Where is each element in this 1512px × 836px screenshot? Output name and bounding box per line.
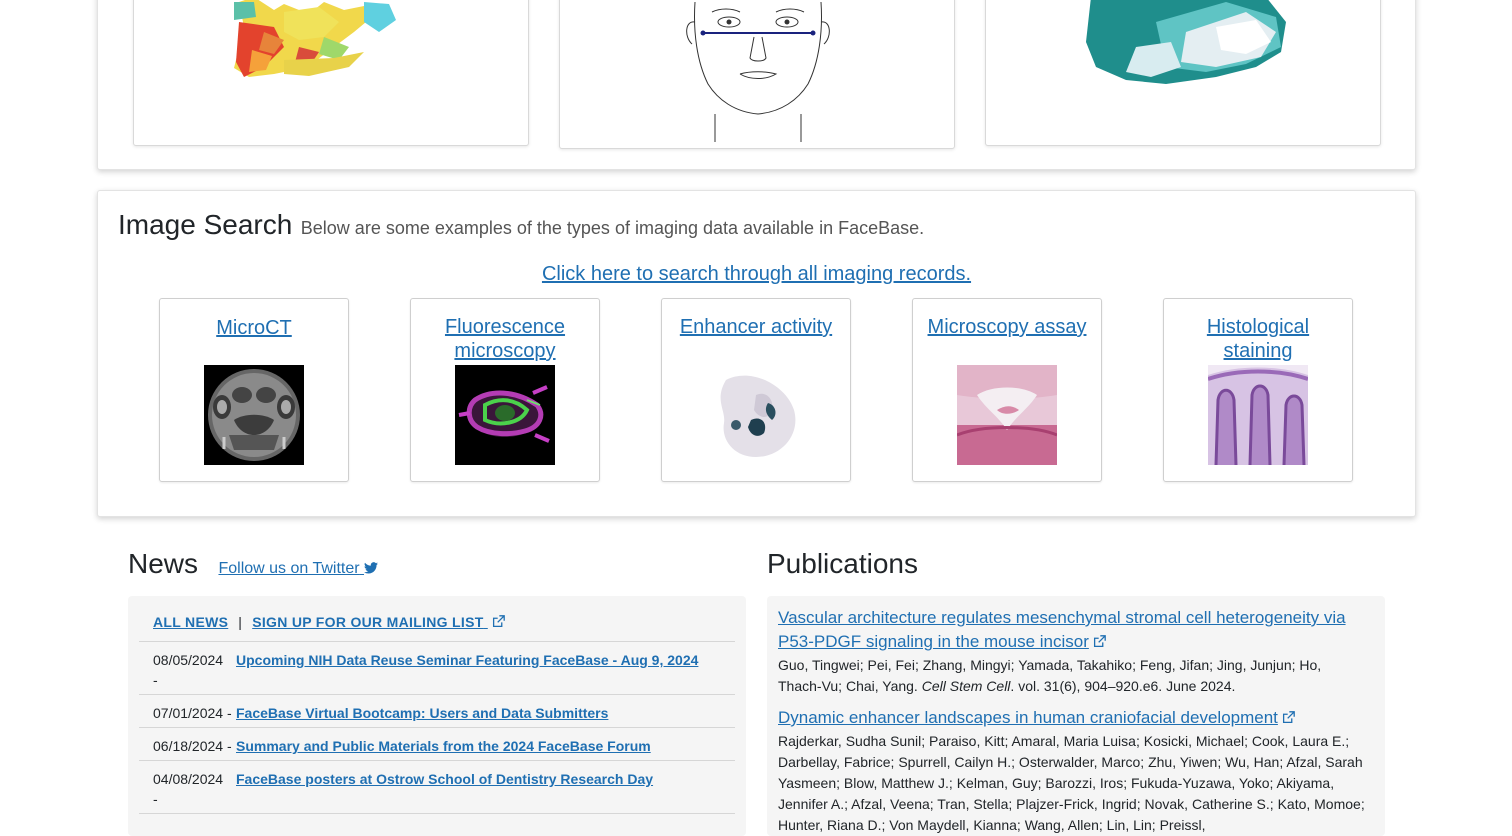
news-divider xyxy=(139,813,735,823)
embryo-image xyxy=(706,365,806,465)
all-news-link[interactable]: ALL NEWS xyxy=(153,614,228,630)
news-link[interactable]: FaceBase posters at Ostrow School of Den… xyxy=(236,771,653,787)
publications-title: Publications xyxy=(767,548,918,579)
publication-journal: Cell Stem Cell xyxy=(921,678,1011,694)
image-tile-enhancer[interactable]: Enhancer activity xyxy=(661,298,851,482)
external-link-icon xyxy=(492,615,505,628)
news-dash: - xyxy=(153,791,158,807)
news-date: 08/05/2024 xyxy=(153,652,224,668)
image-tile-histology[interactable]: Histological staining xyxy=(1163,298,1353,482)
news-title: News xyxy=(128,548,199,579)
news-item: 07/01/2024 - FaceBase Virtual Bootcamp: … xyxy=(139,694,735,727)
image-tile-label[interactable]: MicroCT xyxy=(168,316,340,340)
publication-title: Dynamic enhancer landscapes in human cra… xyxy=(778,708,1278,727)
image-tile-label[interactable]: Enhancer activity xyxy=(670,315,842,339)
skull-model-tile[interactable] xyxy=(133,0,529,146)
image-search-card: Image Search Below are some examples of … xyxy=(97,190,1416,517)
publication-citation: Guo, Tingwei; Pei, Fei; Zhang, Mingyi; Y… xyxy=(778,655,1368,697)
news-item: 08/05/2024 - Upcoming NIH Data Reuse Sem… xyxy=(139,641,735,694)
news-links: ALL NEWS | SIGN UP FOR OUR MAILING LIST xyxy=(153,614,505,630)
news-separator: | xyxy=(238,614,243,630)
image-type-tiles: MicroCT Fluorescence microscopy Enhancer… xyxy=(159,298,1355,482)
publication-item: Vascular architecture regulates mesenchy… xyxy=(778,606,1368,697)
image-tile-label[interactable]: Microscopy assay xyxy=(921,315,1093,339)
image-search-title: Image Search xyxy=(118,209,293,240)
face-diagram-tile[interactable] xyxy=(559,0,955,149)
publication-title: Vascular architecture regulates mesenchy… xyxy=(778,608,1346,651)
news-date: 04/08/2024 xyxy=(153,771,224,787)
publication-details: . vol. 31(6), 904–920.e6. June 2024. xyxy=(1010,678,1236,694)
publication-authors: Rajderkar, Sudha Sunil; Paraiso, Kitt; A… xyxy=(778,733,1365,833)
news-link[interactable]: Upcoming NIH Data Reuse Seminar Featurin… xyxy=(236,652,698,668)
fluorescence-image xyxy=(455,365,555,465)
news-date: 07/01/2024 - xyxy=(153,705,232,721)
publications-panel: Vascular architecture regulates mesenchy… xyxy=(767,596,1385,836)
microct-image xyxy=(204,365,304,465)
image-tile-microscopy[interactable]: Microscopy assay xyxy=(912,298,1102,482)
follow-twitter-label: Follow us on Twitter xyxy=(218,560,360,577)
news-date: 06/18/2024 - xyxy=(153,738,232,754)
image-search-description: Below are some examples of the types of … xyxy=(300,218,925,238)
publication-item: Dynamic enhancer landscapes in human cra… xyxy=(778,706,1368,836)
image-search-heading: Image Search Below are some examples of … xyxy=(118,209,924,241)
news-link[interactable]: FaceBase Virtual Bootcamp: Users and Dat… xyxy=(236,705,608,721)
face-diagram-image xyxy=(686,1,830,142)
image-tile-microct[interactable]: MicroCT xyxy=(159,298,349,482)
featured-card xyxy=(97,0,1416,170)
news-link[interactable]: Summary and Public Materials from the 20… xyxy=(236,738,651,754)
publication-link[interactable]: Vascular architecture regulates mesenchy… xyxy=(778,608,1346,651)
news-dash: - xyxy=(153,672,158,688)
twitter-icon xyxy=(364,562,379,574)
skull-model-image xyxy=(234,0,396,77)
3d-scan-image xyxy=(1086,0,1286,84)
mailing-list-label: SIGN UP FOR OUR MAILING LIST xyxy=(252,614,484,630)
microscopy-image xyxy=(957,365,1057,465)
news-panel: ALL NEWS | SIGN UP FOR OUR MAILING LIST 08… xyxy=(128,596,746,836)
external-link-icon xyxy=(1282,711,1295,724)
news-item: 06/18/2024 - Summary and Public Material… xyxy=(139,727,735,760)
news-header: News Follow us on Twitter xyxy=(128,548,379,580)
external-link-icon xyxy=(1093,635,1106,648)
mailing-list-link[interactable]: SIGN UP FOR OUR MAILING LIST xyxy=(252,614,505,630)
follow-twitter-link[interactable]: Follow us on Twitter xyxy=(218,560,379,577)
publication-link[interactable]: Dynamic enhancer landscapes in human cra… xyxy=(778,708,1295,727)
image-tile-fluorescence[interactable]: Fluorescence microscopy xyxy=(410,298,600,482)
image-tile-label[interactable]: Histological staining xyxy=(1172,315,1344,363)
3d-scan-tile[interactable] xyxy=(985,0,1381,146)
search-all-imaging-link[interactable]: Click here to search through all imaging… xyxy=(542,263,971,285)
image-tile-label[interactable]: Fluorescence microscopy xyxy=(419,315,591,363)
news-item: 04/08/2024 - FaceBase posters at Ostrow … xyxy=(139,760,735,813)
histology-image xyxy=(1208,365,1308,465)
